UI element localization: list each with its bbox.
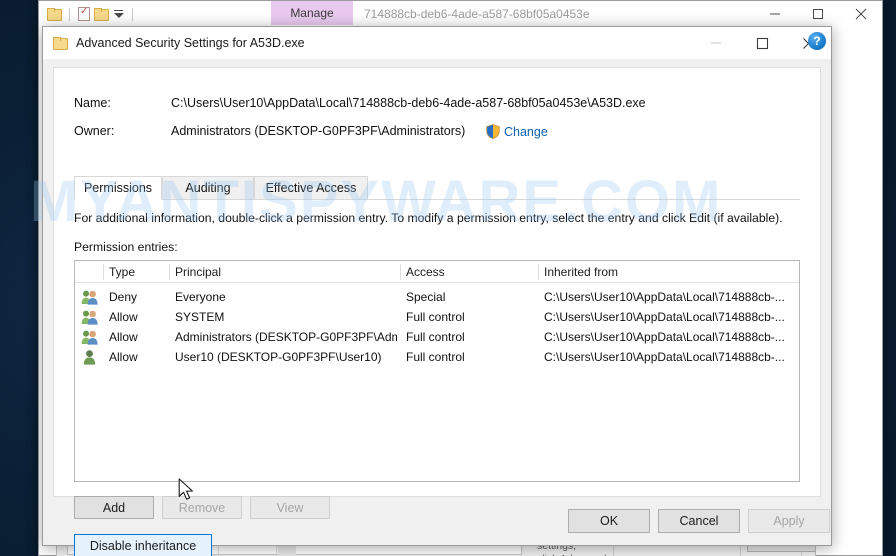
group-icon [81,309,98,325]
ribbon-tab-manage[interactable]: Manage [271,1,353,25]
change-owner-group[interactable]: Change [486,124,548,139]
folder-icon[interactable] [47,8,62,21]
toolbar-separator-2 [132,7,133,21]
cell-access: Full control [406,350,465,364]
tab-permissions[interactable]: Permissions [74,176,162,200]
cell-type: Allow [109,310,138,324]
dialog-info-text: For additional information, double-click… [74,211,783,225]
cell-principal: SYSTEM [175,310,225,324]
apply-button-label: Apply [773,514,805,528]
maximize-button[interactable] [796,1,839,27]
cell-type: Allow [109,330,138,344]
cancel-button-label: Cancel [679,514,719,528]
explorer-window-title: 714888cb-deb6-4ade-a587-68bf05a0453e [364,1,590,27]
cell-type: Deny [109,290,138,304]
column-header-access[interactable]: Access [400,261,538,283]
cell-inherited-from: C:\Users\User10\AppData\Local\714888cb-.… [544,310,785,324]
name-field-value: C:\Users\User10\AppData\Local\714888cb-d… [171,96,646,110]
tab-effective-access[interactable]: Effective Access [254,176,368,200]
cell-inherited-from: C:\Users\User10\AppData\Local\714888cb-.… [544,290,785,304]
help-icon[interactable]: ? [808,32,826,50]
table-row[interactable]: Allow SYSTEM Full control C:\Users\User1… [75,307,799,327]
dialog-titlebar: Advanced Security Settings for A53D.exe [43,27,831,59]
explorer-window-controls[interactable] [753,1,882,27]
dialog-white-panel: Name: C:\Users\User10\AppData\Local\7148… [53,67,821,556]
ribbon-tab-manage-label: Manage [290,6,334,20]
cell-inherited-from: C:\Users\User10\AppData\Local\714888cb-.… [544,350,785,364]
owner-field-value: Administrators (DESKTOP-G0PF3PF\Administ… [171,124,466,138]
dialog-footer: OK Cancel Apply [43,497,831,545]
dialog-maximize-button[interactable] [739,27,785,59]
table-row[interactable]: Allow User10 (DESKTOP-G0PF3PF\User10) Fu… [75,347,799,367]
cell-inherited-from: C:\Users\User10\AppData\Local\714888cb-.… [544,330,785,344]
owner-field-label: Owner: [74,124,115,138]
permission-entries-list[interactable]: Type Principal Access Inherited from Den… [74,260,800,482]
dialog-minimize-button [693,27,739,59]
dialog-tabs[interactable]: Permissions Auditing Effective Access [74,176,800,200]
close-button[interactable] [839,1,882,27]
cancel-button[interactable]: Cancel [658,509,740,533]
group-icon [81,329,98,345]
column-header-principal[interactable]: Principal [169,261,427,283]
tab-permissions-label: Permissions [83,181,153,195]
minimize-button[interactable] [753,1,796,27]
user-icon [81,349,98,365]
dialog-content: Name: C:\Users\User10\AppData\Local\7148… [43,59,831,556]
ok-button[interactable]: OK [568,509,650,533]
cell-access: Special [406,290,446,304]
quick-access-toolbar[interactable] [39,6,137,21]
explorer-window-title-text: 714888cb-deb6-4ade-a587-68bf05a0453e [364,7,590,21]
change-owner-link[interactable]: Change [504,125,548,139]
dialog-title: Advanced Security Settings for A53D.exe [76,36,305,50]
cell-principal: User10 (DESKTOP-G0PF3PF\User10) [175,350,382,364]
folder-icon [53,37,68,50]
name-field-label: Name: [74,96,111,110]
cell-principal: Administrators (DESKTOP-G0PF3PF\Admini..… [175,330,397,344]
cell-type: Allow [109,350,138,364]
tab-effective-access-label: Effective Access [265,181,357,195]
new-folder-icon[interactable] [94,8,109,21]
table-row[interactable]: Allow Administrators (DESKTOP-G0PF3PF\Ad… [75,327,799,347]
list-header[interactable]: Type Principal Access Inherited from [75,261,799,283]
cell-principal: Everyone [175,290,226,304]
toolbar-separator [69,7,70,21]
advanced-security-settings-dialog: Advanced Security Settings for A53D.exe … [42,26,832,556]
customize-quick-access-icon[interactable] [112,9,124,19]
group-icon [81,289,98,305]
help-icon-label: ? [813,34,821,48]
table-row[interactable]: Deny Everyone Special C:\Users\User10\Ap… [75,287,799,307]
cell-access: Full control [406,310,465,324]
apply-button: Apply [748,509,830,533]
column-header-type[interactable]: Type [103,261,169,283]
permission-entries-label: Permission entries: [74,240,178,254]
tab-auditing-label: Auditing [185,181,231,195]
shield-icon [486,124,500,139]
ok-button-label: OK [599,514,619,528]
column-header-inherited-from[interactable]: Inherited from [538,261,818,283]
properties-icon[interactable] [78,6,90,21]
tab-auditing[interactable]: Auditing [162,176,254,200]
cell-access: Full control [406,330,465,344]
column-header-icon[interactable] [75,261,103,283]
